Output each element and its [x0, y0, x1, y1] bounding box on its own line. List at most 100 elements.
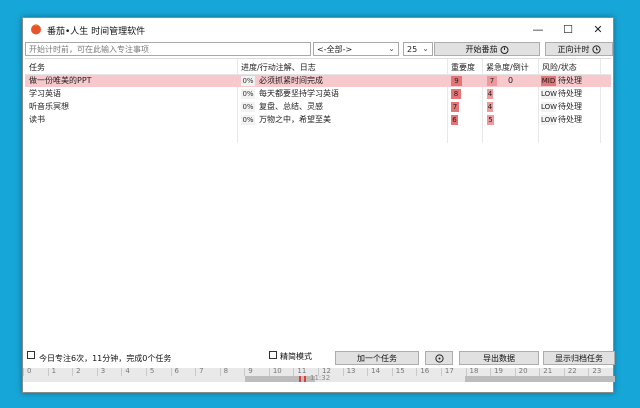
add-task-button[interactable]: 加一个任务 — [335, 351, 419, 365]
timeline-hour-label: 10 — [272, 367, 282, 375]
task-note: 必须抓紧时间完成 — [259, 76, 323, 85]
forward-timer-button[interactable]: 正向计时 — [545, 42, 613, 56]
urgency-bar: 4 — [487, 102, 493, 112]
window-title: 番茄•人生 时间管理软件 — [47, 27, 146, 37]
table-row[interactable]: 读书 0% 万物之中，希望至美 6 5 LOW 待处理 — [25, 114, 611, 126]
timeline-hour-divider — [342, 368, 344, 376]
timer-dial-button[interactable] — [425, 351, 453, 365]
summary-checkbox[interactable] — [27, 351, 35, 359]
task-status: 待处理 — [558, 102, 582, 111]
table-row[interactable]: 听音乐冥想 0% 复盘、总结、灵感 7 4 LOW 待处理 — [25, 101, 611, 113]
importance-bar: 8 — [451, 89, 461, 99]
col-task-header[interactable]: 任务 — [29, 62, 45, 73]
timeline-hour-label: 7 — [199, 367, 204, 375]
timeline-hour-divider — [367, 368, 369, 376]
day-timeline[interactable]: 0 1 2 3 4 5 6 7 8 9 10 11 12 13 14 15 16 17 18 19 20 21 22 23 1… — [23, 367, 615, 392]
risk-level: MID — [541, 76, 556, 86]
close-button[interactable]: ✕ — [583, 18, 613, 41]
timeline-hour-label: 9 — [248, 367, 253, 375]
tomato-timer-icon — [500, 45, 508, 54]
timeline-hour-divider — [121, 368, 123, 376]
timer-circle-icon — [434, 353, 444, 363]
table-header: 任务 进度/行动注解、日志 重要度 紧急度/倒计 风险/状态 — [25, 59, 611, 75]
category-select[interactable]: <-全部-> ⌄ — [313, 42, 399, 56]
task-status: 待处理 — [558, 76, 582, 85]
timeline-hour-label: 0 — [27, 367, 32, 375]
timeline-hour-divider — [47, 368, 49, 376]
timeline-hour-divider — [563, 368, 565, 376]
start-pomodoro-button[interactable]: 开始番茄 — [434, 42, 540, 56]
timeline-future-band — [315, 376, 465, 382]
timeline-hour-label: 8 — [223, 367, 229, 375]
timeline-hour-divider — [219, 368, 221, 376]
current-time-label: 11:32 — [310, 374, 331, 382]
timeline-hour-label: 21 — [543, 367, 553, 375]
timeline-hour-label: 23 — [592, 367, 602, 375]
task-progress: 0% — [241, 89, 255, 99]
timeline-hour-label: 5 — [149, 367, 155, 375]
task-progress: 0% — [241, 76, 255, 86]
task-table: 任务 进度/行动注解、日志 重要度 紧急度/倒计 风险/状态 做一份唯美的PPT… — [25, 58, 611, 347]
col-risk-header[interactable]: 风险/状态 — [542, 62, 577, 73]
col-importance-header[interactable]: 重要度 — [451, 62, 475, 73]
quiet-mode-checkbox[interactable] — [269, 351, 277, 359]
title-bar[interactable]: 番茄•人生 时间管理软件 — ☐ ✕ — [23, 18, 613, 41]
col-progress-header[interactable]: 进度/行动注解、日志 — [241, 62, 316, 73]
maximize-button[interactable]: ☐ — [553, 18, 583, 41]
category-select-value: <-全部-> — [317, 44, 353, 54]
urgency-bar: 7 — [487, 76, 497, 86]
app-window: 番茄•人生 时间管理软件 — ☐ ✕ <-全部-> ⌄ 25 ⌄ 开始番茄 正向… — [22, 17, 615, 393]
minimize-button[interactable]: — — [523, 18, 553, 41]
timeline-hour-label: 17 — [444, 367, 454, 375]
duration-select[interactable]: 25 ⌄ — [403, 42, 433, 56]
timeline-hour-label: 16 — [420, 367, 430, 375]
clock-icon — [591, 44, 601, 54]
urgency-bar: 4 — [487, 89, 493, 99]
timeline-hour-label: 4 — [125, 367, 130, 375]
timeline-hour-divider — [145, 368, 147, 376]
importance-bar: 9 — [451, 76, 462, 86]
timeline-hour-divider — [268, 368, 270, 376]
show-archive-button[interactable]: 显示归档任务 — [543, 351, 615, 365]
task-note: 每天都要坚持学习英语 — [259, 89, 339, 98]
task-note: 复盘、总结、灵感 — [259, 102, 323, 111]
task-name: 读书 — [29, 115, 45, 124]
timeline-hour-divider — [170, 368, 172, 376]
timeline-hour-divider — [96, 368, 98, 376]
timeline-hour-label: 15 — [395, 367, 405, 375]
timeline-hour-divider — [588, 368, 590, 376]
task-note: 万物之中，希望至美 — [259, 115, 331, 124]
chevron-down-icon: ⌄ — [422, 44, 429, 53]
export-data-button[interactable]: 导出数据 — [459, 351, 539, 365]
timeline-hour-label: 2 — [76, 367, 81, 375]
timeline-hour-label: 6 — [174, 367, 179, 375]
timeline-hour-divider — [391, 368, 393, 376]
task-progress: 0% — [241, 115, 255, 125]
timeline-past-band — [23, 376, 245, 382]
timeline-hour-divider — [440, 368, 442, 376]
timeline-hour-divider — [539, 368, 541, 376]
timeline-hour-divider — [72, 368, 74, 376]
quiet-mode-label: 精简模式 — [280, 352, 312, 361]
table-row[interactable]: 做一份唯美的PPT 0% 必须抓紧时间完成 9 7 0 MID 待处理 — [25, 75, 611, 87]
timeline-hour-label: 14 — [371, 367, 381, 375]
timeline-hour-divider — [490, 368, 492, 376]
risk-level: LOW — [541, 102, 558, 112]
timeline-hour-divider — [23, 368, 24, 376]
timeline-hour-label: 3 — [100, 367, 106, 375]
col-urgency-header[interactable]: 紧急度/倒计 — [486, 62, 529, 73]
timeline-hour-label: 18 — [469, 367, 479, 375]
timeline-hour-label: 11 — [297, 367, 307, 375]
current-time-marker — [304, 376, 306, 382]
table-row[interactable]: 学习英语 0% 每天都要坚持学习英语 8 4 LOW 待处理 — [25, 88, 611, 100]
timeline-hour-divider — [195, 368, 197, 376]
timeline-hour-divider — [293, 368, 295, 376]
timeline-hour-divider — [514, 368, 516, 376]
timeline-hour-label: 22 — [567, 367, 577, 375]
current-time-marker — [299, 376, 301, 382]
timeline-night-band — [465, 376, 615, 382]
forward-timer-label: 正向计时 — [557, 44, 590, 54]
timeline-hour-label: 20 — [518, 367, 528, 375]
focus-task-input[interactable] — [25, 42, 311, 56]
chevron-down-icon: ⌄ — [388, 44, 395, 53]
